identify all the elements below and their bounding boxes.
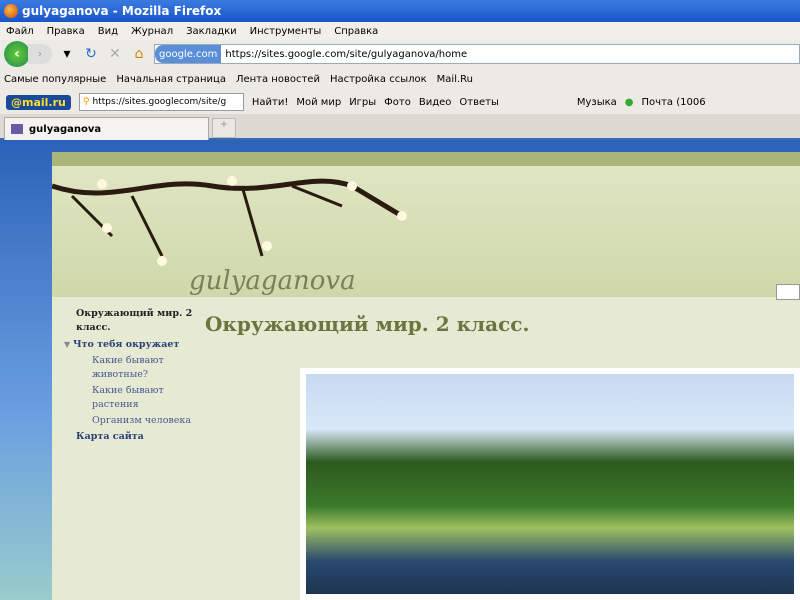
title-bar: gulyaganova - Mozilla Firefox [0,0,800,22]
mailru-toolbar: @mail.ru ⚲ https://sites.googlecom/site/g… [0,90,800,114]
mailru-logo[interactable]: @mail.ru [6,94,71,110]
site-header: gulyaganova [52,152,800,300]
bookmark-settings[interactable]: Настройка ссылок [330,74,427,85]
menu-view[interactable]: Вид [98,26,118,37]
my-world-link[interactable]: Мой мир [296,97,341,108]
site-favicon [11,124,23,134]
site-name[interactable]: gulyaganova [189,266,356,296]
bookmark-mailru[interactable]: Mail.Ru [437,74,473,85]
music-link[interactable]: Музыка [577,97,617,108]
menu-edit[interactable]: Правка [47,26,85,37]
bookmark-most-visited[interactable]: Самые популярные [4,74,106,85]
find-button[interactable]: Найти! [252,97,288,108]
search-icon: ⚲ [82,97,90,107]
photo-link[interactable]: Фото [384,97,411,108]
video-link[interactable]: Видео [419,97,452,108]
landscape-photo [300,368,800,600]
sidebar-item-human-body[interactable]: Организм человека [76,414,196,428]
collapse-triangle-icon[interactable]: ▼ [64,339,73,349]
back-button[interactable]: ‹ [4,41,30,67]
answers-link[interactable]: Ответы [459,97,498,108]
nav-bar: ‹ › ▾ ↻ ✕ ⌂ google.com https://sites.googl… [0,40,800,68]
url-bar[interactable]: google.com https://sites.google.com/site/… [154,44,800,64]
url-input[interactable]: https://sites.google.com/site/gulyaganov… [221,49,467,60]
games-link[interactable]: Игры [349,97,376,108]
sidebar-item-animals[interactable]: Какие бывают животные? [76,354,196,382]
bookmark-start-page[interactable]: Начальная страница [116,74,226,85]
sidebar-item-current[interactable]: Окружающий мир. 2 класс. [76,307,196,335]
menu-bookmarks[interactable]: Закладки [186,26,237,37]
sidebar-item-section[interactable]: ▼ Что тебя окружает [64,337,196,352]
reload-icon[interactable]: ↻ [82,46,100,62]
window-title: gulyaganova - Mozilla Firefox [22,4,222,18]
site-page: gulyaganova Окружающий мир. 2 класс. ▼ Ч… [52,152,800,600]
menu-tools[interactable]: Инструменты [250,26,322,37]
new-tab-button[interactable]: + [212,118,236,138]
forward-button[interactable]: › [28,44,52,64]
menu-file[interactable]: Файл [6,26,34,37]
history-dropdown-icon[interactable]: ▾ [58,46,76,62]
menu-bar: Файл Правка Вид Журнал Закладки Инструменты Сп… [0,22,800,40]
bookmark-news-feed[interactable]: Лента новостей [236,74,320,85]
stop-icon[interactable]: ✕ [106,46,124,62]
mailru-search-input[interactable]: ⚲ https://sites.googlecom/site/g [78,93,244,111]
tab-gulyaganova[interactable]: gulyaganova [4,117,209,140]
menu-history[interactable]: Журнал [131,26,173,37]
site-identity[interactable]: google.com [155,45,222,63]
chat-icon[interactable]: ● [625,97,634,108]
site-search-input[interactable] [776,284,800,300]
bookmarks-bar: Самые популярные Начальная страница Лент… [0,68,800,90]
sidebar-item-plants[interactable]: Какие бывают растения [76,384,196,412]
sidebar: Окружающий мир. 2 класс. ▼ Что тебя окру… [64,307,196,444]
park-pond-image [306,374,794,594]
firefox-icon [4,4,18,18]
sidebar-item-sitemap[interactable]: Карта сайта [76,430,196,444]
mail-link[interactable]: Почта (1006 [642,97,706,108]
home-icon[interactable]: ⌂ [130,46,148,62]
page-title: Окружающий мир. 2 класс. [205,312,530,336]
tab-bar: gulyaganova + [0,114,800,140]
menu-help[interactable]: Справка [334,26,378,37]
